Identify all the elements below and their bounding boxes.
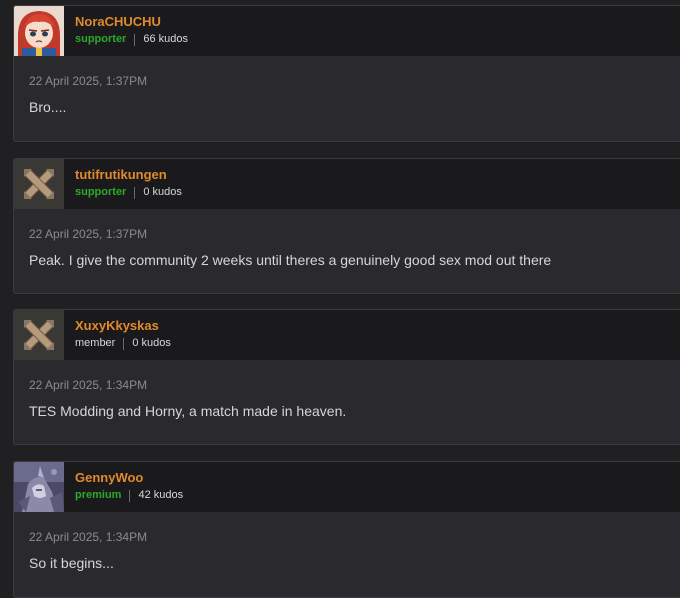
kudos-count: 42 kudos: [138, 489, 184, 501]
default-nexus-avatar-icon: [14, 159, 64, 209]
divider: [129, 489, 131, 502]
comment-header: XuxyKkyskas member 0 kudos: [14, 310, 680, 360]
avatar[interactable]: [14, 310, 64, 360]
timestamp: 22 April 2025, 1:34PM: [29, 530, 148, 544]
comment-text: TES Modding and Horny, a match made in h…: [29, 403, 347, 419]
username-link[interactable]: XuxyKkyskas: [75, 319, 171, 333]
comment-body: 22 April 2025, 1:37PM Peak. I give the c…: [14, 209, 680, 269]
user-info: GennyWoo premium 42 kudos: [64, 462, 183, 512]
avatar[interactable]: [14, 462, 64, 512]
comment-body: 22 April 2025, 1:34PM TES Modding and Ho…: [14, 360, 680, 420]
kudos-count: 66 kudos: [143, 33, 188, 45]
avatar[interactable]: [14, 6, 64, 56]
comment-text: So it begins...: [29, 555, 114, 571]
comment-text: Peak. I give the community 2 weeks until…: [29, 252, 552, 268]
armored-character-avatar-icon: [14, 462, 64, 512]
comment-text: Bro....: [29, 99, 67, 115]
comment-card: NoraCHUCHU supporter 66 kudos 22 April 2…: [13, 5, 680, 142]
default-nexus-avatar-icon: [14, 310, 64, 360]
role-badge: supporter: [75, 186, 127, 198]
comment-card: GennyWoo premium 42 kudos 22 April 2025,…: [13, 461, 680, 598]
user-info: NoraCHUCHU supporter 66 kudos: [64, 6, 188, 56]
user-info: tutifrutikungen supporter 0 kudos: [64, 159, 182, 209]
comment-header: GennyWoo premium 42 kudos: [14, 462, 680, 512]
comment-card: XuxyKkyskas member 0 kudos 22 April 2025…: [13, 309, 680, 445]
kudos-count: 0 kudos: [132, 337, 171, 349]
username-link[interactable]: GennyWoo: [75, 471, 183, 485]
username-link[interactable]: tutifrutikungen: [75, 168, 182, 182]
divider: [134, 186, 136, 199]
role-badge: member: [75, 337, 116, 349]
comment-header: NoraCHUCHU supporter 66 kudos: [14, 6, 680, 56]
comment-card: tutifrutikungen supporter 0 kudos 22 Apr…: [13, 158, 680, 294]
user-meta: supporter 0 kudos: [75, 186, 182, 199]
anime-girl-avatar-icon: [14, 6, 64, 56]
timestamp: 22 April 2025, 1:37PM: [29, 227, 148, 241]
user-meta: premium 42 kudos: [75, 489, 183, 502]
timestamp: 22 April 2025, 1:34PM: [29, 378, 148, 392]
avatar[interactable]: [14, 159, 64, 209]
timestamp: 22 April 2025, 1:37PM: [29, 74, 148, 88]
kudos-count: 0 kudos: [143, 186, 182, 198]
divider: [123, 337, 125, 350]
role-badge: supporter: [75, 33, 127, 45]
username-link[interactable]: NoraCHUCHU: [75, 15, 188, 29]
user-meta: member 0 kudos: [75, 337, 171, 350]
user-info: XuxyKkyskas member 0 kudos: [64, 310, 171, 360]
role-badge: premium: [75, 489, 122, 501]
comment-body: 22 April 2025, 1:37PM Bro....: [14, 56, 680, 116]
comment-header: tutifrutikungen supporter 0 kudos: [14, 159, 680, 209]
divider: [134, 33, 136, 46]
user-meta: supporter 66 kudos: [75, 33, 188, 46]
comment-body: 22 April 2025, 1:34PM So it begins...: [14, 512, 680, 572]
